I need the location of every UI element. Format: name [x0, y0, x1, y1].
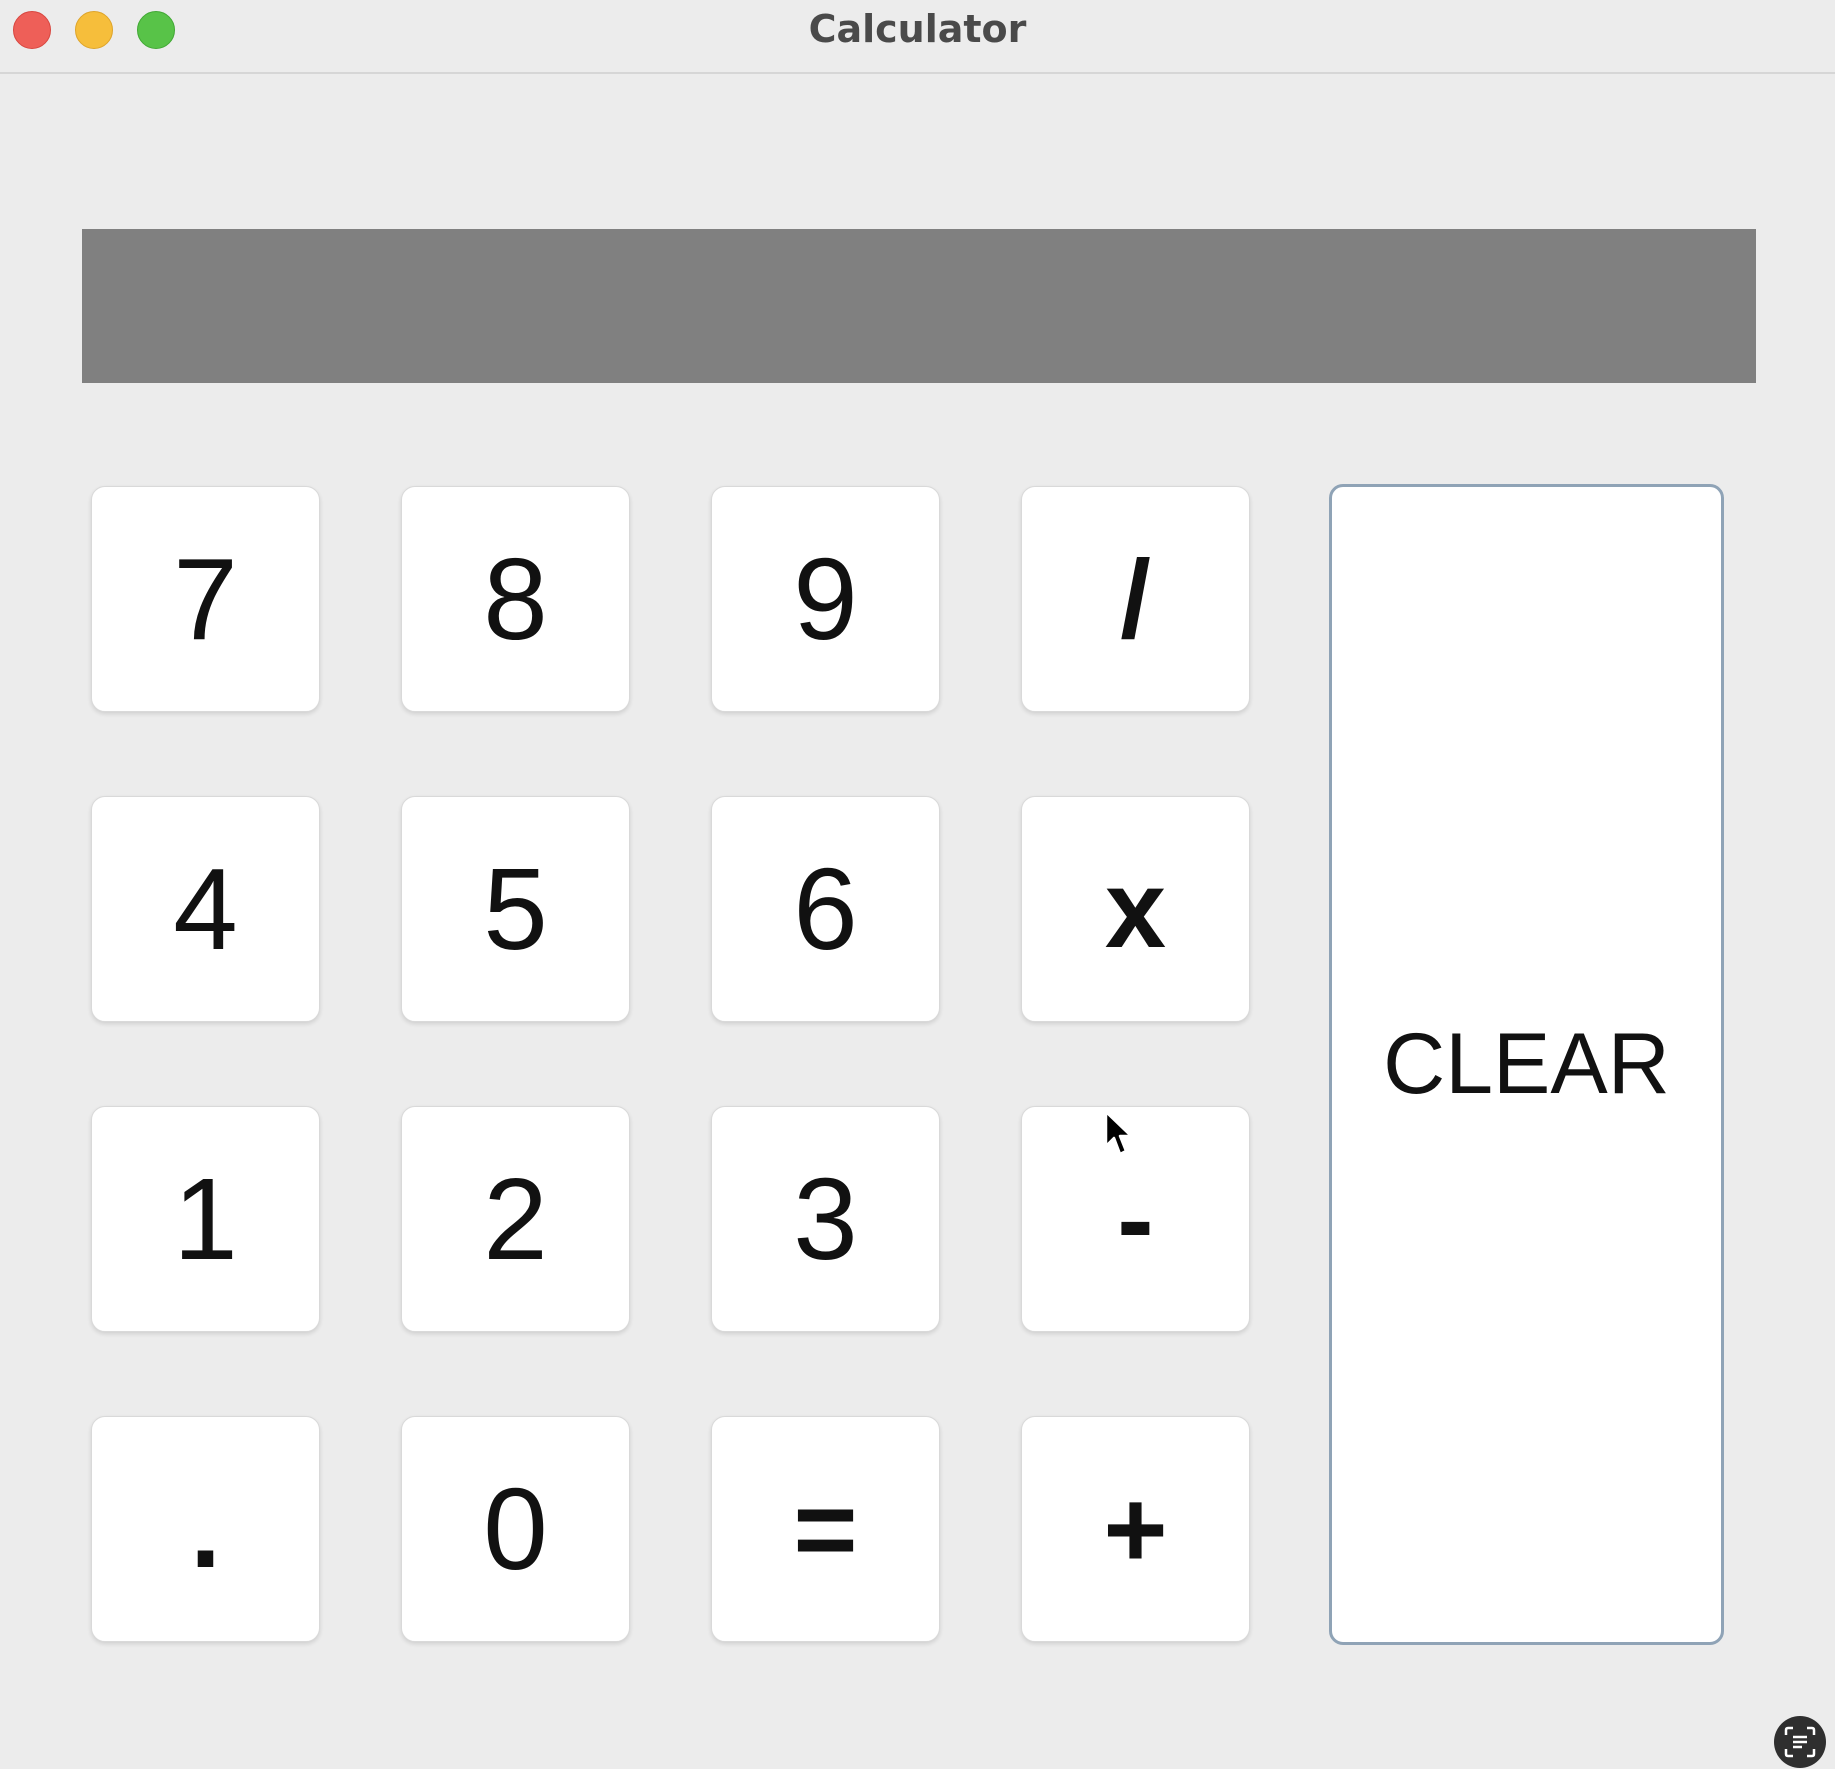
multiply-key[interactable]: x — [1021, 796, 1250, 1022]
live-text-icon — [1784, 1726, 1816, 1758]
divide-key[interactable]: / — [1021, 486, 1250, 712]
key-2[interactable]: 2 — [401, 1106, 630, 1332]
clear-button[interactable]: CLEAR — [1329, 484, 1724, 1645]
title-bar: Calculator — [0, 0, 1835, 74]
mouse-pointer-icon — [1104, 1110, 1133, 1156]
key-7[interactable]: 7 — [91, 486, 320, 712]
calculator-window: Calculator 7 8 9 / 4 5 6 x 1 2 3 - . 0 =… — [0, 0, 1835, 1769]
key-6[interactable]: 6 — [711, 796, 940, 1022]
key-4[interactable]: 4 — [91, 796, 320, 1022]
key-0[interactable]: 0 — [401, 1416, 630, 1642]
window-title: Calculator — [808, 7, 1027, 51]
key-3[interactable]: 3 — [711, 1106, 940, 1332]
key-9[interactable]: 9 — [711, 486, 940, 712]
calculator-display — [82, 229, 1756, 383]
equals-key[interactable]: = — [711, 1416, 940, 1642]
key-5[interactable]: 5 — [401, 796, 630, 1022]
live-text-button[interactable] — [1774, 1716, 1826, 1768]
key-8[interactable]: 8 — [401, 486, 630, 712]
decimal-key[interactable]: . — [91, 1416, 320, 1642]
key-1[interactable]: 1 — [91, 1106, 320, 1332]
add-key[interactable]: + — [1021, 1416, 1250, 1642]
